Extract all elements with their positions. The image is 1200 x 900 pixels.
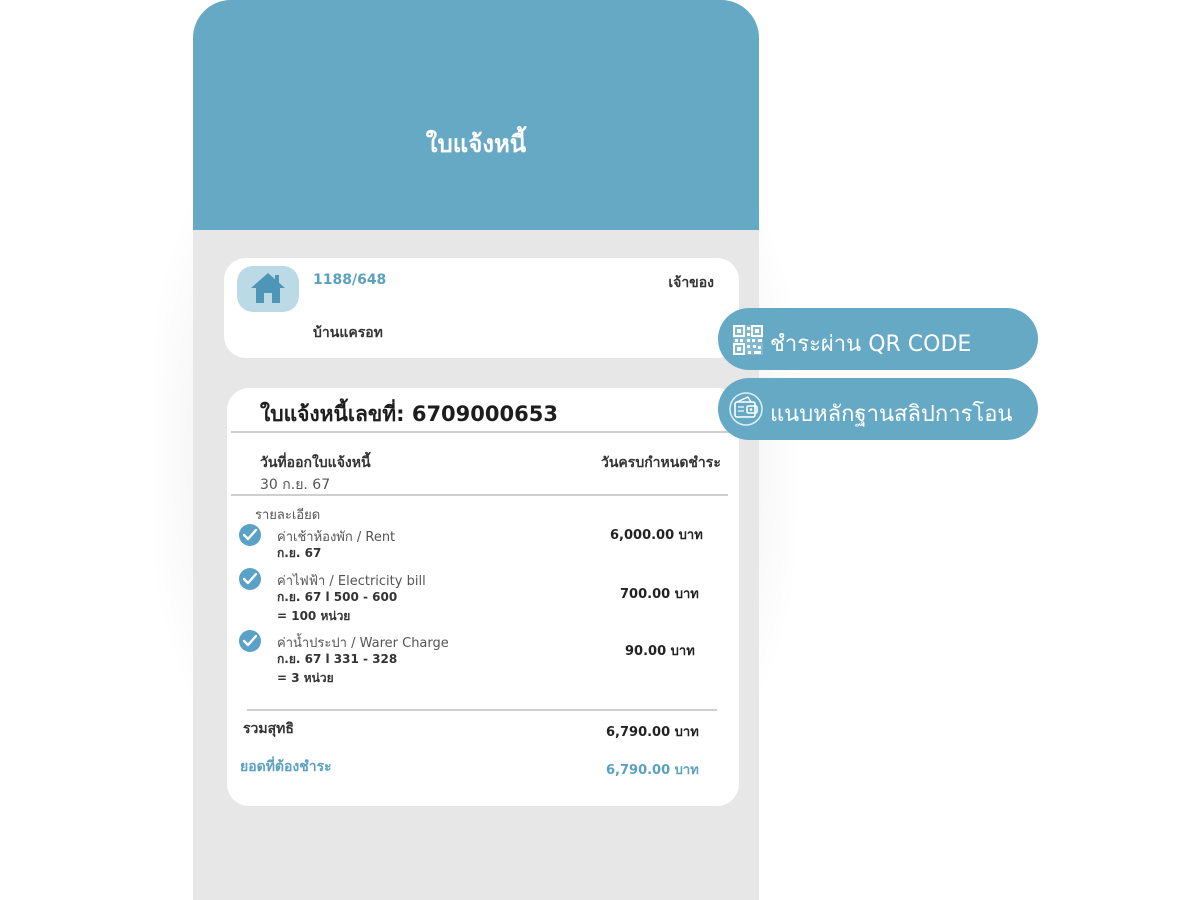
pay-qr-label: ชำระผ่าน QR CODE	[770, 332, 972, 357]
list-item: ค่าไฟฟ้า / Electricity bill ก.ย. 67 l 50…	[227, 568, 739, 628]
divider	[247, 709, 717, 711]
attach-slip-label: แนบหลักฐานสลิปการโอน	[770, 402, 1013, 427]
room-role: เจ้าของ	[668, 275, 714, 291]
item-units: = 3 หน่วย	[277, 671, 334, 685]
home-icon	[251, 273, 285, 303]
page-title: ใบแจ้งหนี้	[425, 130, 527, 158]
room-card[interactable]: 1188/648 เจ้าของ บ้านแครอท	[224, 258, 739, 358]
due-date-label: วันครบกำหนดชำระ	[601, 455, 721, 471]
room-number: 1188/648	[313, 272, 387, 288]
divider	[231, 494, 728, 496]
item-meter-reading: ก.ย. 67 l 331 - 328	[277, 652, 398, 666]
amount-due: 6,790.00 บาท	[606, 763, 699, 778]
check-icon	[239, 630, 261, 652]
list-item: ค่าน้ำประปา / Warer Charge ก.ย. 67 l 331…	[227, 630, 739, 690]
item-units: = 100 หน่วย	[277, 609, 351, 623]
item-amount: 6,000.00 บาท	[610, 528, 703, 543]
total-label: รวมสุทธิ	[243, 721, 294, 737]
room-name: บ้านแครอท	[313, 325, 383, 341]
item-amount: 700.00 บาท	[620, 587, 699, 602]
check-icon	[239, 568, 261, 590]
issue-date: 30 ก.ย. 67	[260, 477, 331, 493]
qr-code-icon	[733, 325, 763, 355]
invoice-card: ใบแจ้งหนี้เลขที่: 6709000653 วันที่ออกใบ…	[227, 388, 739, 806]
item-period: ก.ย. 67	[277, 546, 322, 560]
wallet-icon	[729, 392, 763, 426]
attach-slip-button[interactable]: แนบหลักฐานสลิปการโอน	[718, 378, 1038, 440]
total-amount: 6,790.00 บาท	[606, 725, 699, 740]
amount-due-label: ยอดที่ต้องชำระ	[240, 759, 332, 775]
home-tile	[237, 266, 299, 312]
header: ใบแจ้งหนี้	[193, 0, 759, 230]
issue-date-label: วันที่ออกใบแจ้งหนี้	[260, 455, 371, 471]
divider	[231, 431, 739, 433]
item-meter-reading: ก.ย. 67 l 500 - 600	[277, 590, 398, 604]
phone-screen: ใบแจ้งหนี้ 1188/648 เจ้าของ บ้านแครอท ใบ…	[193, 0, 759, 900]
item-amount: 90.00 บาท	[625, 644, 695, 659]
details-label: รายละเอียด	[255, 508, 321, 523]
pay-qr-button[interactable]: ชำระผ่าน QR CODE	[718, 308, 1038, 370]
check-icon	[239, 524, 261, 546]
invoice-title: ใบแจ้งหนี้เลขที่: 6709000653	[260, 402, 558, 426]
stage: ใบแจ้งหนี้ 1188/648 เจ้าของ บ้านแครอท ใบ…	[0, 0, 1200, 900]
